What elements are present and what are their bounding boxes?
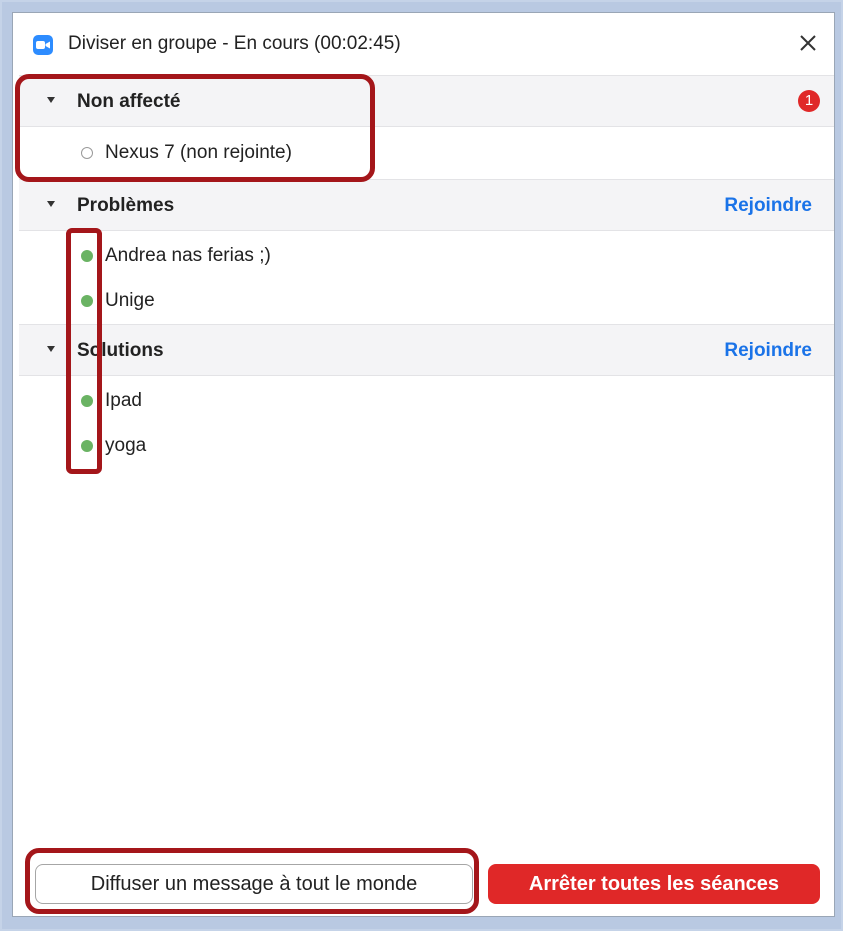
group-header-unassigned[interactable]: Non affecté 1 (19, 75, 834, 127)
group-name: Solutions (77, 340, 164, 361)
group-unassigned: Non affecté 1 Nexus 7 (non rejointe) (19, 75, 834, 179)
breakout-rooms-window: Diviser en groupe - En cours (00:02:45) … (12, 12, 835, 917)
caret-down-icon[interactable] (47, 201, 55, 207)
participant-name: Ipad (105, 390, 142, 411)
group-header-solutions[interactable]: Solutions Rejoindre (19, 324, 834, 376)
group-solutions: Solutions Rejoindre Ipad yoga (19, 324, 834, 469)
unassigned-count-badge: 1 (798, 90, 820, 112)
list-item: Ipad (19, 379, 834, 424)
joined-status-icon (81, 295, 93, 307)
participant-name: Nexus 7 (non rejointe) (105, 142, 292, 163)
window-title: Diviser en groupe - En cours (00:02:45) (68, 33, 401, 54)
participant-name: yoga (105, 435, 147, 456)
join-room-button[interactable]: Rejoindre (724, 195, 812, 217)
list-item: Unige (19, 279, 834, 324)
group-name: Problèmes (77, 195, 175, 216)
list-item: Andrea nas ferias ;) (19, 234, 834, 279)
stop-all-sessions-button[interactable]: Arrêter toutes les séances (488, 864, 820, 904)
join-room-button[interactable]: Rejoindre (724, 340, 812, 362)
list-item: Nexus 7 (non rejointe) (19, 127, 834, 179)
broadcast-message-button[interactable]: Diffuser un message à tout le monde (35, 864, 473, 904)
participant-name: Andrea nas ferias ;) (105, 245, 271, 266)
joined-status-icon (81, 250, 93, 262)
group-header-problemes[interactable]: Problèmes Rejoindre (19, 179, 834, 231)
not-joined-status-icon (81, 147, 93, 159)
participant-name: Unige (105, 290, 155, 311)
list-item: yoga (19, 424, 834, 469)
rooms-list: Non affecté 1 Nexus 7 (non rejointe) Pro… (19, 75, 834, 469)
title-bar: Diviser en groupe - En cours (00:02:45) (13, 13, 834, 75)
caret-down-icon[interactable] (47, 97, 55, 103)
group-problemes: Problèmes Rejoindre Andrea nas ferias ;)… (19, 179, 834, 324)
joined-status-icon (81, 395, 93, 407)
group-name: Non affecté (77, 91, 181, 112)
zoom-camera-icon (33, 35, 53, 55)
close-icon[interactable] (794, 29, 822, 57)
joined-status-icon (81, 440, 93, 452)
caret-down-icon[interactable] (47, 346, 55, 352)
